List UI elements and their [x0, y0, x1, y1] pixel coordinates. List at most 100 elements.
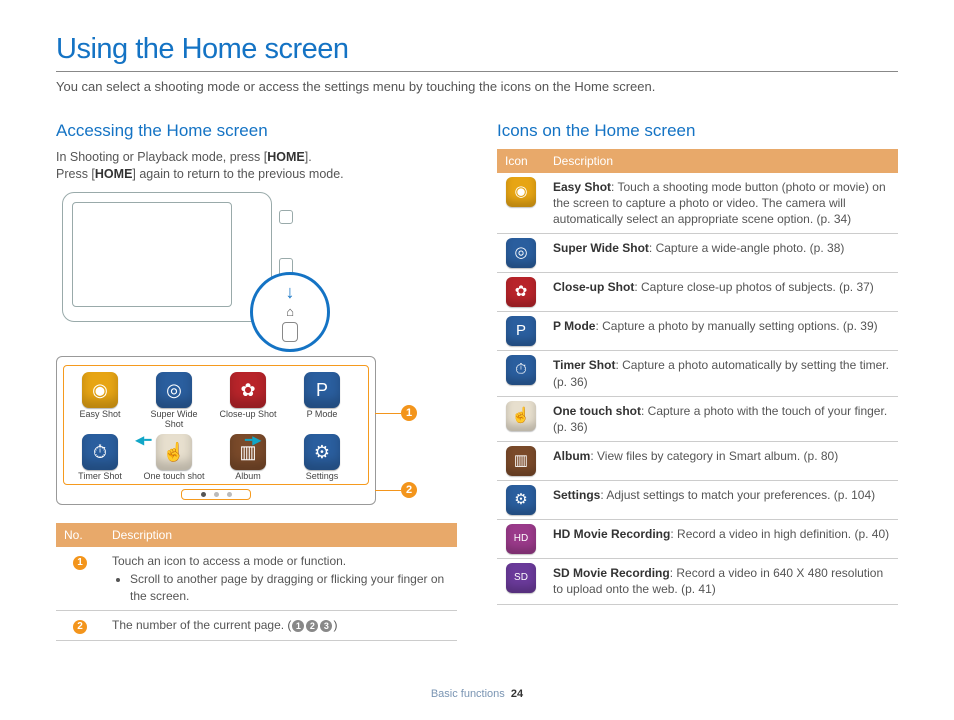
- mode-desc: : Capture a wide-angle photo. (p. 38): [649, 241, 844, 255]
- table-row: ⚙Settings: Adjust settings to match your…: [497, 481, 898, 520]
- app-icon: ⚙: [304, 434, 340, 470]
- page-footer: Basic functions 24: [0, 687, 954, 702]
- mode-name: Easy Shot: [553, 180, 611, 194]
- t: Touch an icon to access a mode or functi…: [112, 554, 346, 568]
- page-dot-icon: 1: [292, 620, 304, 632]
- footer-section: Basic functions: [431, 688, 505, 700]
- physical-home-button: [282, 322, 298, 342]
- mode-name: Timer Shot: [553, 358, 615, 372]
- app-item: ⏱ Timer Shot: [68, 434, 132, 482]
- t: Press [: [56, 167, 95, 181]
- mode-desc: : Capture close-up photos of subjects. (…: [634, 280, 873, 294]
- th-no: No.: [56, 523, 104, 547]
- icon-description: Settings: Adjust settings to match your …: [545, 481, 898, 520]
- app-label: Timer Shot: [68, 472, 132, 482]
- right-column: Icons on the Home screen IconDescription…: [497, 120, 898, 641]
- home-button-callout: ↓ ⌂: [250, 272, 330, 352]
- t: In Shooting or Playback mode, press [: [56, 150, 267, 164]
- mode-name: P Mode: [553, 319, 595, 333]
- mode-desc: : Record a video in high definition. (p.…: [670, 527, 889, 541]
- table-row: ☝ One touch shot: Capture a photo with th…: [497, 396, 898, 441]
- camera-diagram: ↓ ⌂: [62, 192, 302, 342]
- left-column: Accessing the Home screen In Shooting or…: [56, 120, 457, 641]
- swipe-arrow-icon: ◀━: [135, 432, 151, 448]
- table-row: 1 Touch an icon to access a mode or func…: [56, 547, 457, 610]
- mode-icon: ◉: [506, 177, 536, 207]
- icon-description: Album: View files by category in Smart a…: [545, 442, 898, 481]
- app-item: ◉ Easy Shot: [68, 372, 132, 430]
- camera-screen: [72, 202, 232, 307]
- icon-description: One touch shot: Capture a photo with the…: [545, 396, 898, 441]
- row-num-icon: 1: [73, 556, 87, 570]
- mode-name: Close-up Shot: [553, 280, 634, 294]
- table-row: ✿Close-up Shot: Capture close-up photos …: [497, 273, 898, 312]
- t: The number of the current page. (: [112, 618, 291, 632]
- t: ): [333, 618, 337, 632]
- mode-desc: : View files by category in Smart album.…: [590, 449, 838, 463]
- app-icon: ⏱: [82, 434, 118, 470]
- table-row: ◎ Super Wide Shot: Capture a wide-angle p…: [497, 234, 898, 273]
- mode-icon: ☝: [506, 401, 536, 431]
- callout-1: 1: [375, 405, 417, 421]
- th-desc: Description: [104, 523, 457, 547]
- app-icon: ☝: [156, 434, 192, 470]
- mode-name: HD Movie Recording: [553, 527, 670, 541]
- row-num-icon: 2: [73, 620, 87, 634]
- home-key-1: HOME: [267, 150, 305, 164]
- section-heading-icons: Icons on the Home screen: [497, 120, 898, 143]
- mode-icon: ◎: [506, 238, 536, 268]
- app-label: Settings: [290, 472, 354, 482]
- home-icon: ⌂: [286, 303, 294, 321]
- app-label: Easy Shot: [68, 410, 132, 420]
- icon-description: HD Movie Recording: Record a video in hi…: [545, 520, 898, 559]
- app-item: ◎Super Wide Shot: [142, 372, 206, 430]
- mode-name: Settings: [553, 488, 600, 502]
- callout-table: No.Description 1 Touch an icon to access…: [56, 523, 457, 641]
- icon-description: P Mode: Capture a photo by manually sett…: [545, 312, 898, 351]
- app-label: Super Wide Shot: [142, 410, 206, 430]
- app-icon: ◉: [82, 372, 118, 408]
- table-row: 2 The number of the current page. (123): [56, 610, 457, 640]
- icon-description: Timer Shot: Capture a photo automaticall…: [545, 351, 898, 396]
- app-icon: P: [304, 372, 340, 408]
- mode-icon: SD: [506, 563, 536, 593]
- app-label: P Mode: [290, 410, 354, 420]
- t: ].: [305, 150, 312, 164]
- home-screen-mock: ◉ Easy Shot ◎Super Wide Shot✿Close-up Shot…: [56, 356, 376, 505]
- mode-name: Super Wide Shot: [553, 241, 649, 255]
- mode-icon: P: [506, 316, 536, 346]
- icon-description: Super Wide Shot: Capture a wide-angle ph…: [545, 234, 898, 273]
- mode-icon: ⏱: [506, 355, 536, 385]
- home-key-2: HOME: [95, 167, 133, 181]
- app-label: One touch shot: [142, 472, 206, 482]
- page-title: Using the Home screen: [56, 30, 898, 69]
- app-icon: ✿: [230, 372, 266, 408]
- row-desc: Touch an icon to access a mode or functi…: [104, 547, 457, 610]
- icons-table: IconDescription ◉Easy Shot: Touch a shoo…: [497, 149, 898, 605]
- access-text: In Shooting or Playback mode, press [HOM…: [56, 149, 457, 183]
- app-item: ✿Close-up Shot: [216, 372, 280, 430]
- th-desc: Description: [545, 149, 898, 173]
- mode-desc: : Capture a photo by manually setting op…: [595, 319, 877, 333]
- title-rule: [56, 71, 898, 72]
- app-item: P P Mode: [290, 372, 354, 430]
- app-grid: ◉ Easy Shot ◎Super Wide Shot✿Close-up Shot…: [63, 365, 369, 485]
- icon-description: SD Movie Recording: Record a video in 64…: [545, 559, 898, 604]
- icon-description: Close-up Shot: Capture close-up photos o…: [545, 273, 898, 312]
- mode-name: SD Movie Recording: [553, 566, 670, 580]
- callout-num: 2: [401, 482, 417, 498]
- page-subtitle: You can select a shooting mode or access…: [56, 78, 898, 96]
- bullet: Scroll to another page by dragging or fl…: [130, 571, 449, 603]
- table-row: HDHD Movie Recording: Record a video in …: [497, 520, 898, 559]
- mode-desc: : Adjust settings to match your preferen…: [600, 488, 875, 502]
- app-item: ⚙ Settings: [290, 434, 354, 482]
- table-row: ⏱ Timer Shot: Capture a photo automatical…: [497, 351, 898, 396]
- mode-icon: ▥: [506, 446, 536, 476]
- swipe-arrow-icon: ━▶: [245, 432, 261, 448]
- table-row: ▥ Album: View files by category in Smart …: [497, 442, 898, 481]
- app-item: ☝ One touch shot: [142, 434, 206, 482]
- section-heading-access: Accessing the Home screen: [56, 120, 457, 143]
- mode-name: Album: [553, 449, 590, 463]
- table-row: ◉Easy Shot: Touch a shooting mode button…: [497, 173, 898, 234]
- callout-2: 2: [375, 482, 417, 498]
